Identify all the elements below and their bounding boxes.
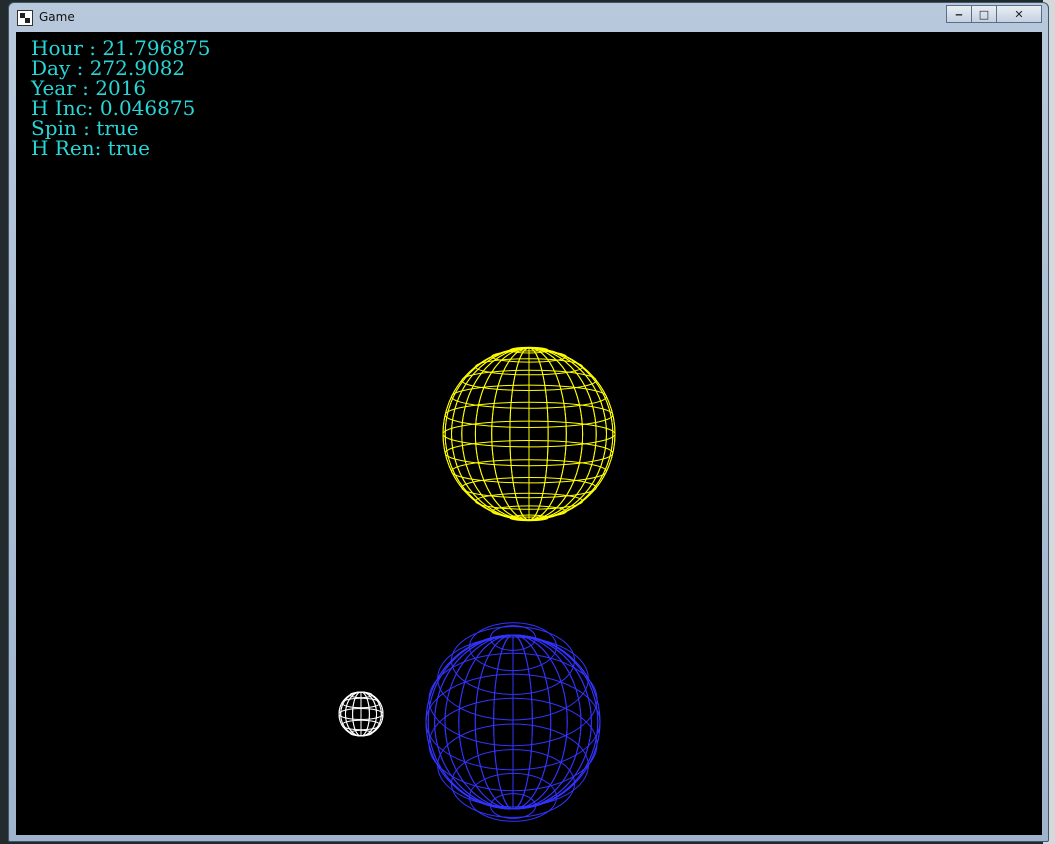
app-icon [17,10,33,26]
planet-sphere [425,622,601,822]
hud-day: Day : 272.9082 [31,56,186,80]
maximize-icon: □ [978,7,990,21]
sun-sphere [442,346,616,522]
hud-year: Year : 2016 [31,76,147,100]
game-window: Game ‒ □ ✕ Hour : 21.796875 Day : 272.90… [8,2,1049,842]
hud-spin: Spin : true [31,116,139,140]
minimize-icon: ‒ [955,7,963,21]
moon-sphere [338,691,384,737]
window-title: Game [39,10,75,24]
window-controls: ‒ □ ✕ [946,5,1042,23]
hud-h-inc: H Inc: 0.046875 [31,96,196,120]
hud-h-ren: H Ren: true [31,136,150,160]
title-bar[interactable]: Game ‒ □ ✕ [9,3,1048,33]
close-button[interactable]: ✕ [996,5,1042,23]
close-icon: ✕ [1014,7,1024,21]
maximize-button[interactable]: □ [971,5,997,23]
hud-hour: Hour : 21.796875 [31,36,211,60]
game-viewport[interactable]: Hour : 21.796875 Day : 272.9082 Year : 2… [16,32,1042,835]
minimize-button[interactable]: ‒ [946,5,972,23]
hud-overlay: Hour : 21.796875 Day : 272.9082 Year : 2… [31,38,211,158]
